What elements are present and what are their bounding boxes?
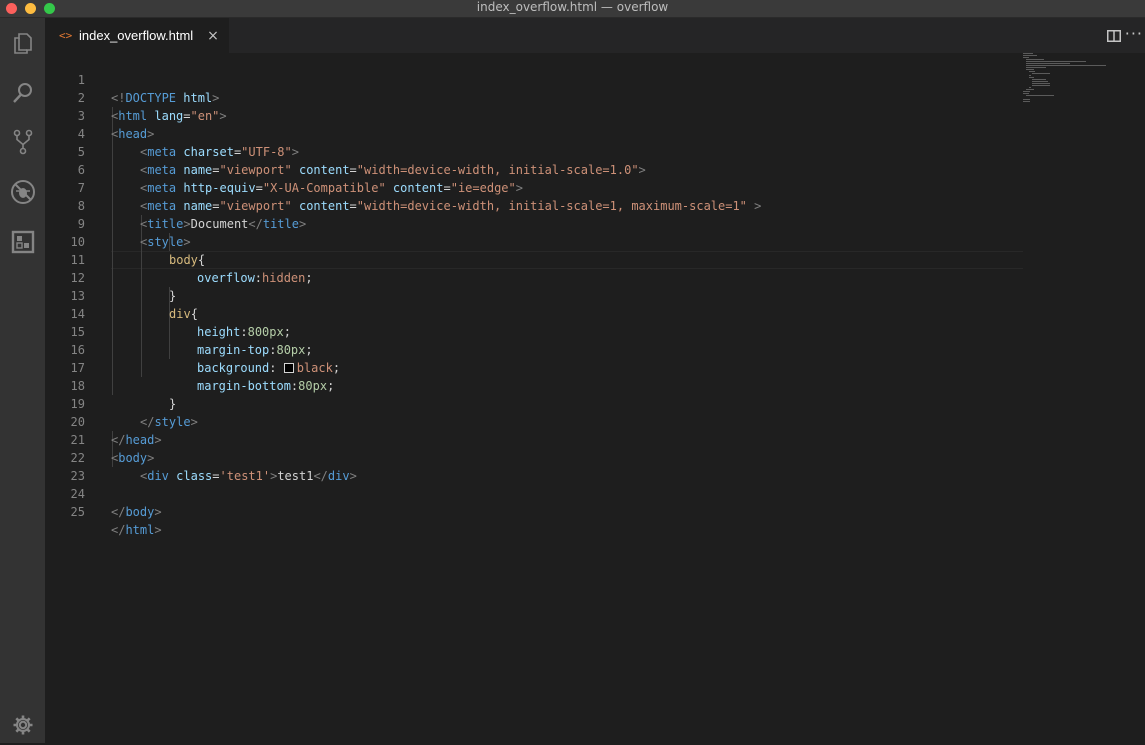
code-line: 10 body{ bbox=[45, 215, 1145, 267]
code-line: 1 <!DOCTYPE html> bbox=[45, 53, 1145, 105]
code-line: 7 <meta name="viewport" content="width=d… bbox=[45, 161, 1145, 213]
code-line: 9 <style> bbox=[45, 197, 1145, 249]
code-line: 17 margin-bottom:80px; bbox=[45, 341, 1145, 393]
tab-index-overflow[interactable]: <> index_overflow.html × bbox=[45, 18, 229, 53]
more-actions-icon[interactable]: ··· bbox=[1125, 24, 1143, 43]
code-editor[interactable]: 1 <!DOCTYPE html> 2 <html lang="en"> 3 <… bbox=[45, 53, 1145, 743]
code-line: 22 <div class='test1'>test1</div> bbox=[45, 431, 1145, 483]
files-icon[interactable] bbox=[0, 23, 45, 63]
extensions-icon[interactable] bbox=[0, 222, 45, 262]
code-line: 21 <body> bbox=[45, 413, 1145, 465]
split-editor-icon[interactable] bbox=[1107, 28, 1121, 42]
gear-icon[interactable] bbox=[0, 705, 45, 745]
window-title: index_overflow.html — overflow bbox=[476, 0, 669, 14]
close-icon[interactable]: × bbox=[207, 28, 219, 44]
html-file-icon: <> bbox=[59, 29, 73, 42]
code-line: 3 <head> bbox=[45, 89, 1145, 141]
code-line: 23 bbox=[45, 449, 1145, 483]
code-line: 19 </style> bbox=[45, 377, 1145, 429]
title-bar: index_overflow.html — overflow bbox=[0, 0, 1145, 18]
line-number: 25 bbox=[70, 505, 85, 519]
code-line: 25 </html> bbox=[45, 485, 1145, 537]
code-line: 24 </body> bbox=[45, 467, 1145, 519]
code-line: 15 margin-top:80px; bbox=[45, 305, 1145, 357]
code-line: 12 } bbox=[45, 251, 1145, 303]
code-line: 4 <meta charset="UTF-8"> bbox=[45, 107, 1145, 159]
minimap[interactable] bbox=[1023, 53, 1123, 113]
source-control-icon[interactable] bbox=[0, 122, 45, 162]
code-line: 18 } bbox=[45, 359, 1145, 411]
code-line: 8 <title>Document</title> bbox=[45, 179, 1145, 231]
activity-bar bbox=[0, 18, 45, 743]
code-line: 20 </head> bbox=[45, 395, 1145, 447]
code-line: 16 background: black; bbox=[45, 323, 1145, 375]
search-icon[interactable] bbox=[0, 73, 45, 113]
code-line: 2 <html lang="en"> bbox=[45, 71, 1145, 123]
code-line: 6 <meta http-equiv="X-UA-Compatible" con… bbox=[45, 143, 1145, 195]
debug-icon[interactable] bbox=[0, 172, 45, 212]
code-line: 14 height:800px; bbox=[45, 287, 1145, 339]
code-line: 11 overflow:hidden; bbox=[45, 233, 1145, 285]
tab-bar: <> index_overflow.html × ··· bbox=[45, 18, 1145, 53]
code-line: 13 div{ bbox=[45, 269, 1145, 321]
tab-label: index_overflow.html bbox=[79, 28, 194, 43]
code-line: 5 <meta name="viewport" content="width=d… bbox=[45, 125, 1145, 177]
